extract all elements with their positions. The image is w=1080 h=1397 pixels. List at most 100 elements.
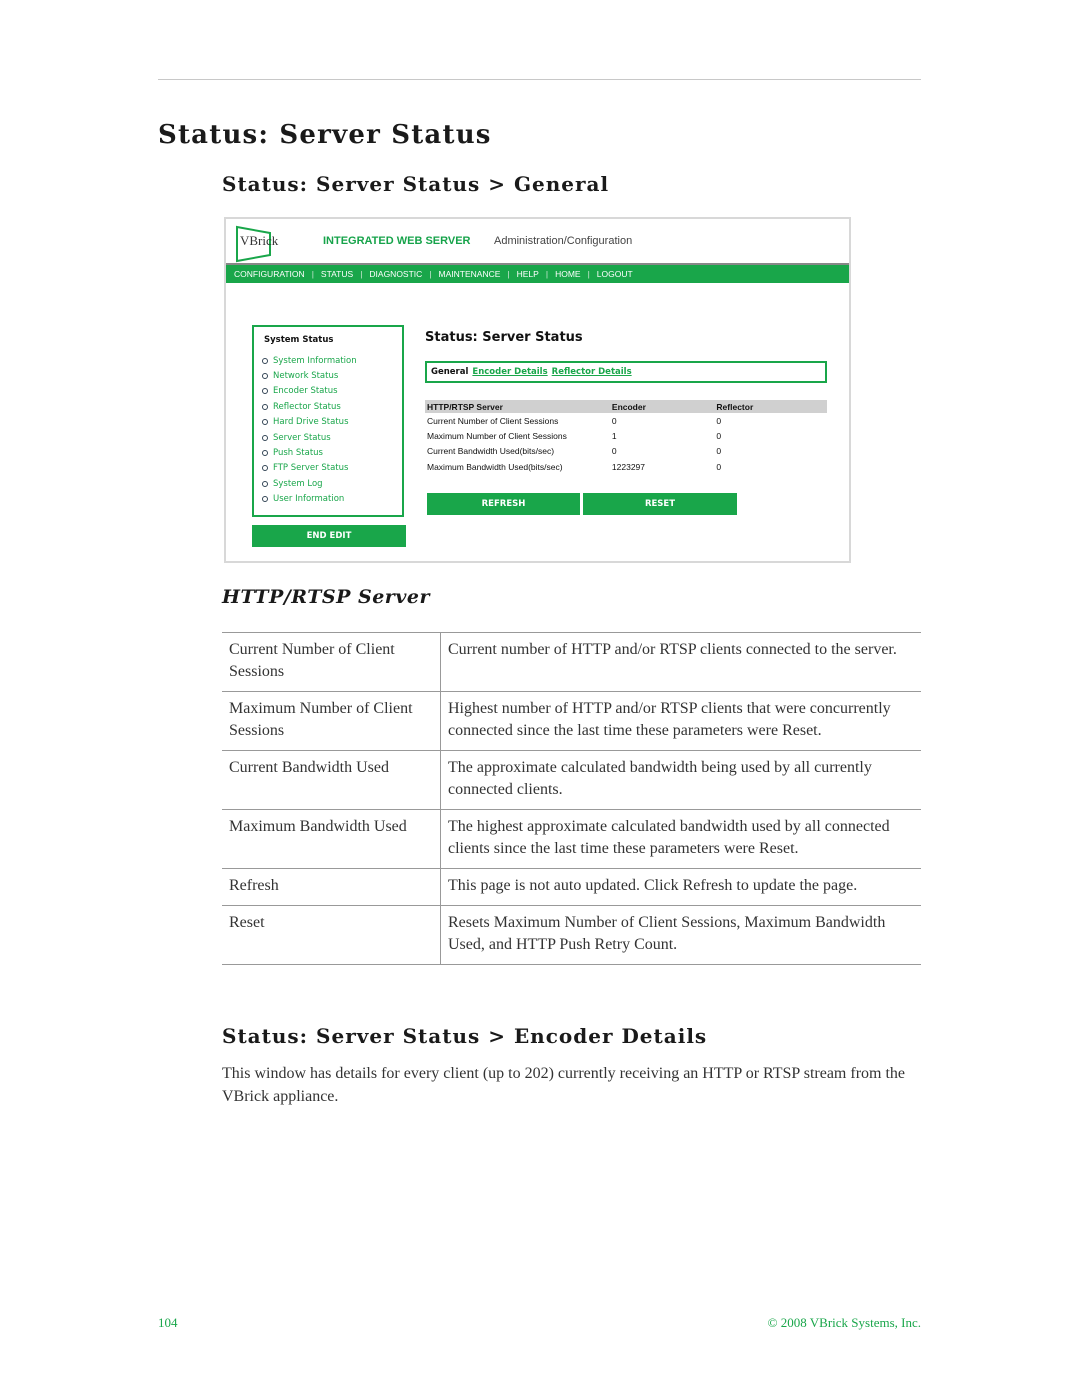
page-title: Status: Server Status xyxy=(158,120,492,150)
nav-logout[interactable]: LOGOUT xyxy=(597,269,633,279)
table-row: Reset Resets Maximum Number of Client Ses… xyxy=(222,905,921,965)
table-row: Current Bandwidth Used(bits/sec) 0 0 xyxy=(425,444,827,459)
sidebar-item-encoder-status[interactable]: Encoder Status xyxy=(262,384,357,399)
server-status-tabs: General Encoder Details Reflector Detail… xyxy=(425,361,827,383)
sidebar-item-label: User Information xyxy=(273,494,345,505)
bullet-icon xyxy=(262,465,268,472)
sidebar-item-label: FTP Server Status xyxy=(273,463,349,474)
reset-button[interactable]: RESET xyxy=(583,493,737,515)
refresh-button[interactable]: REFRESH xyxy=(427,493,580,515)
reflector-value: 0 xyxy=(716,415,722,426)
table-row: Maximum Number of Client Sessions Highest… xyxy=(222,691,921,751)
table-row: Refresh This page is not auto updated. Cl… xyxy=(222,868,921,906)
col-header-reflector: Reflector xyxy=(714,400,827,413)
field-description: This page is not auto updated. Click Ref… xyxy=(440,868,921,906)
nav-diagnostic[interactable]: DIAGNOSTIC xyxy=(369,269,422,279)
row-label: Current Number of Client Sessions xyxy=(427,415,559,426)
bullet-icon xyxy=(262,373,268,380)
encoder-value: 0 xyxy=(611,415,617,426)
field-term: Reset xyxy=(222,905,441,965)
field-term: Maximum Bandwidth Used xyxy=(222,809,441,869)
sidebar-title: System Status xyxy=(264,335,334,345)
table-row: Current Number of Client Sessions Current… xyxy=(222,632,921,692)
encoder-value: 1 xyxy=(611,431,617,442)
col-header-encoder: Encoder xyxy=(609,400,715,413)
field-description: The highest approximate calculated bandw… xyxy=(440,809,921,869)
sidebar-item-system-log[interactable]: System Log xyxy=(262,476,357,491)
bullet-icon xyxy=(262,419,268,426)
end-edit-button[interactable]: END EDIT xyxy=(252,525,406,547)
tab-encoder-details[interactable]: Encoder Details xyxy=(472,367,547,377)
web-server-screenshot: VBrick INTEGRATED WEB SERVER Administrat… xyxy=(224,217,851,563)
field-term: Refresh xyxy=(222,868,441,906)
row-label: Maximum Number of Client Sessions xyxy=(427,431,567,442)
bullet-icon xyxy=(262,496,268,503)
sidebar-item-push-status[interactable]: Push Status xyxy=(262,445,357,460)
table-row: Maximum Number of Client Sessions 1 0 xyxy=(425,428,827,443)
tab-reflector-details[interactable]: Reflector Details xyxy=(552,367,632,377)
tab-general[interactable]: General xyxy=(431,367,468,377)
nav-home[interactable]: HOME xyxy=(555,269,581,279)
header-rule xyxy=(158,79,921,80)
encoder-details-paragraph: This window has details for every client… xyxy=(222,1065,906,1105)
sidebar-item-reflector-status[interactable]: Reflector Status xyxy=(262,399,357,414)
nav-bar: CONFIGURATION | STATUS | DIAGNOSTIC | MAINT… xyxy=(226,265,849,283)
bullet-icon xyxy=(262,434,268,441)
row-label: Current Bandwidth Used(bits/sec) xyxy=(427,446,555,457)
sidebar-item-label: Network Status xyxy=(273,371,339,382)
field-term: Current Bandwidth Used xyxy=(222,750,441,810)
sidebar-item-label: System Information xyxy=(273,355,357,366)
logo-text: VBrick xyxy=(240,233,279,248)
nav-maintenance[interactable]: MAINTENANCE xyxy=(439,269,501,279)
sidebar-item-label: System Log xyxy=(273,478,323,489)
panel-title: Status: Server Status xyxy=(425,330,583,345)
col-header-server: HTTP/RTSP Server xyxy=(425,400,610,413)
sidebar-item-ftp-server-status[interactable]: FTP Server Status xyxy=(262,461,357,476)
bullet-icon xyxy=(262,357,268,364)
bullet-icon xyxy=(262,403,268,410)
section-heading-encoder-details: Status: Server Status > Encoder Details xyxy=(222,1024,708,1048)
nav-status[interactable]: STATUS xyxy=(321,269,353,279)
section-heading-general: Status: Server Status > General xyxy=(222,172,610,196)
sidebar-item-user-information[interactable]: User Information xyxy=(262,492,357,507)
sidebar-item-label: Push Status xyxy=(273,448,323,459)
reflector-value: 0 xyxy=(716,461,722,472)
field-term: Maximum Number of Client Sessions xyxy=(222,691,441,751)
table-row: Maximum Bandwidth Used The highest approx… xyxy=(222,809,921,869)
sidebar-item-label: Hard Drive Status xyxy=(273,417,349,428)
copyright: © 2008 VBrick Systems, Inc. xyxy=(767,1315,921,1330)
field-description-table: Current Number of Client Sessions Current… xyxy=(222,632,921,965)
app-title: INTEGRATED WEB SERVER xyxy=(323,235,471,247)
page-number: 104 xyxy=(158,1315,178,1330)
row-label: Maximum Bandwidth Used(bits/sec) xyxy=(427,461,563,472)
encoder-value: 0 xyxy=(611,446,617,457)
nav-help[interactable]: HELP xyxy=(517,269,539,279)
encoder-value: 1223297 xyxy=(611,461,645,472)
reflector-value: 0 xyxy=(716,431,722,442)
subheading-http-rtsp: HTTP/RTSP Server xyxy=(222,586,430,608)
field-description: Highest number of HTTP and/or RTSP clien… xyxy=(440,691,921,751)
sidebar-item-label: Server Status xyxy=(273,432,331,443)
system-status-sidebar: System Status System Information Network… xyxy=(252,325,404,517)
app-subtitle: Administration/Configuration xyxy=(494,235,633,247)
table-header-row: HTTP/RTSP Server Encoder Reflector xyxy=(425,400,827,413)
reflector-value: 0 xyxy=(716,446,722,457)
sidebar-item-hard-drive-status[interactable]: Hard Drive Status xyxy=(262,415,357,430)
sidebar-item-system-information[interactable]: System Information xyxy=(262,353,357,368)
sidebar-item-server-status[interactable]: Server Status xyxy=(262,430,357,445)
field-description: Resets Maximum Number of Client Sessions… xyxy=(440,905,921,965)
nav-configuration[interactable]: CONFIGURATION xyxy=(234,269,305,279)
sidebar-item-network-status[interactable]: Network Status xyxy=(262,368,357,383)
table-row: Current Bandwidth Used The approximate ca… xyxy=(222,750,921,810)
field-description: Current number of HTTP and/or RTSP clien… xyxy=(440,632,921,692)
bullet-icon xyxy=(262,388,268,395)
sidebar-item-label: Reflector Status xyxy=(273,401,341,412)
table-row: Maximum Bandwidth Used(bits/sec) 1223297… xyxy=(425,459,827,474)
sidebar-item-label: Encoder Status xyxy=(273,386,338,397)
bullet-icon xyxy=(262,450,268,457)
table-row: Current Number of Client Sessions 0 0 xyxy=(425,413,827,428)
bullet-icon xyxy=(262,480,268,487)
field-description: The approximate calculated bandwidth bei… xyxy=(440,750,921,810)
field-term: Current Number of Client Sessions xyxy=(222,632,441,692)
server-status-table: HTTP/RTSP Server Encoder Reflector Curre… xyxy=(425,400,827,475)
